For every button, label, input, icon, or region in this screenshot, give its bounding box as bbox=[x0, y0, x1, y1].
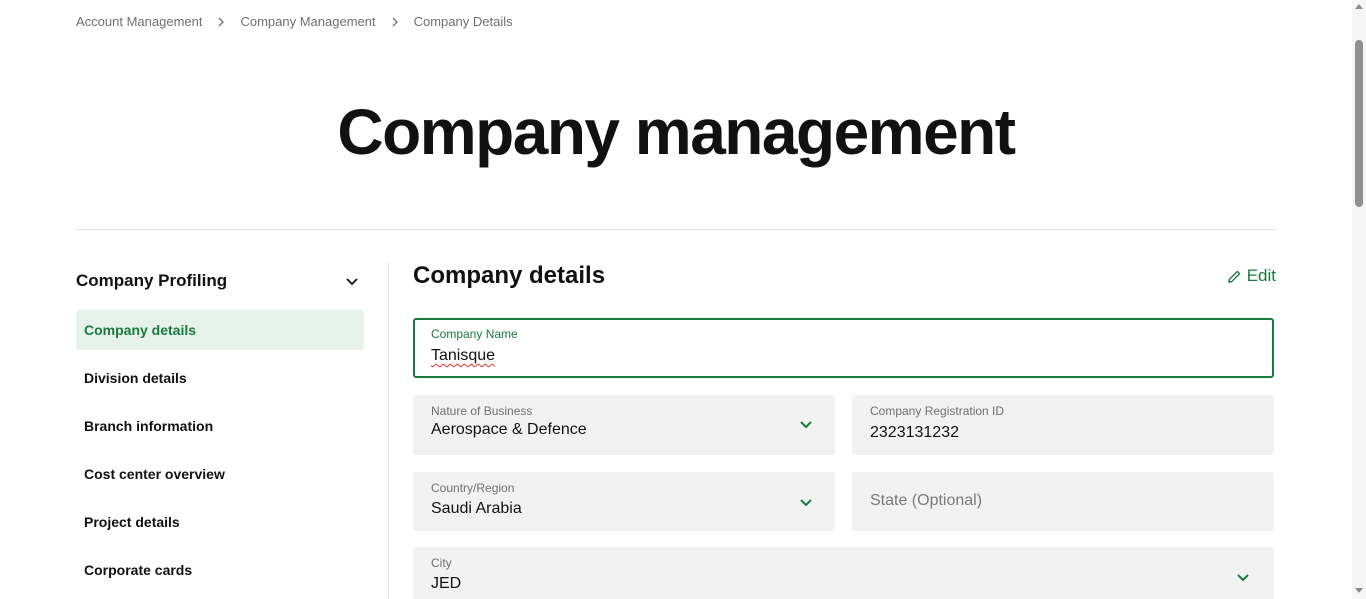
pencil-icon bbox=[1227, 270, 1240, 283]
sidebar-item-branch-information[interactable]: Branch information bbox=[76, 406, 364, 446]
edit-button[interactable]: Edit bbox=[1227, 266, 1276, 286]
sidebar-item-corporate-cards[interactable]: Corporate cards bbox=[76, 550, 364, 590]
sidebar: Company Profiling Company details Divisi… bbox=[76, 262, 364, 598]
sidebar-item-company-details[interactable]: Company details bbox=[76, 310, 364, 350]
sidebar-list: Company details Division details Branch … bbox=[76, 310, 364, 590]
breadcrumb-account-management[interactable]: Account Management bbox=[76, 14, 202, 29]
section-title: Company details bbox=[413, 262, 606, 289]
sidebar-title: Company Profiling bbox=[76, 271, 228, 290]
page-scrollbar[interactable] bbox=[1352, 0, 1366, 599]
chevron-down-icon bbox=[800, 421, 812, 429]
registration-id-label: Company Registration ID bbox=[870, 404, 1005, 418]
nature-of-business-select[interactable]: Nature of Business Aerospace & Defence bbox=[413, 395, 835, 455]
company-registration-id-field[interactable]: Company Registration ID 2323131232 bbox=[852, 395, 1274, 455]
city-select[interactable]: City JED bbox=[413, 547, 1274, 599]
state-field[interactable]: State (Optional) bbox=[852, 472, 1274, 531]
chevron-down-icon bbox=[1237, 574, 1249, 582]
chevron-right-icon bbox=[390, 15, 400, 29]
country-region-select[interactable]: Country/Region Saudi Arabia bbox=[413, 472, 835, 531]
scrollbar-thumb[interactable] bbox=[1355, 40, 1363, 207]
sidebar-item-division-details[interactable]: Division details bbox=[76, 358, 364, 398]
company-details-section: Company details Edit bbox=[413, 258, 1276, 294]
state-placeholder: State (Optional) bbox=[870, 492, 983, 509]
country-region-label: Country/Region bbox=[431, 481, 515, 495]
divider bbox=[76, 229, 1276, 230]
page-title: Company management bbox=[337, 96, 1016, 168]
scroll-up-icon[interactable] bbox=[1355, 4, 1363, 9]
vertical-divider bbox=[388, 262, 389, 599]
country-region-value: Saudi Arabia bbox=[431, 500, 522, 517]
nature-of-business-value: Aerospace & Defence bbox=[431, 421, 587, 438]
section-header: Company details Edit bbox=[413, 258, 1276, 294]
chevron-down-icon bbox=[346, 278, 358, 286]
registration-id-value[interactable]: 2323131232 bbox=[870, 424, 959, 442]
sidebar-item-project-details[interactable]: Project details bbox=[76, 502, 364, 542]
edit-label: Edit bbox=[1246, 266, 1276, 285]
city-value: JED bbox=[431, 575, 462, 592]
breadcrumb-company-details: Company Details bbox=[413, 14, 513, 29]
chevron-right-icon bbox=[216, 15, 226, 29]
company-name-value[interactable]: Tanisque bbox=[431, 347, 495, 365]
scroll-down-icon[interactable] bbox=[1355, 588, 1363, 593]
city-label: City bbox=[431, 556, 452, 570]
chevron-down-icon bbox=[800, 499, 812, 507]
sidebar-item-cost-center-overview[interactable]: Cost center overview bbox=[76, 454, 364, 494]
sidebar-section-toggle[interactable]: Company Profiling bbox=[76, 262, 364, 300]
breadcrumb: Account Management Company Management Co… bbox=[76, 14, 513, 29]
nature-of-business-label: Nature of Business bbox=[431, 404, 533, 418]
breadcrumb-company-management[interactable]: Company Management bbox=[240, 14, 375, 29]
company-name-field[interactable]: Company Name Tanisque bbox=[413, 318, 1274, 378]
company-name-label: Company Name bbox=[431, 327, 518, 341]
